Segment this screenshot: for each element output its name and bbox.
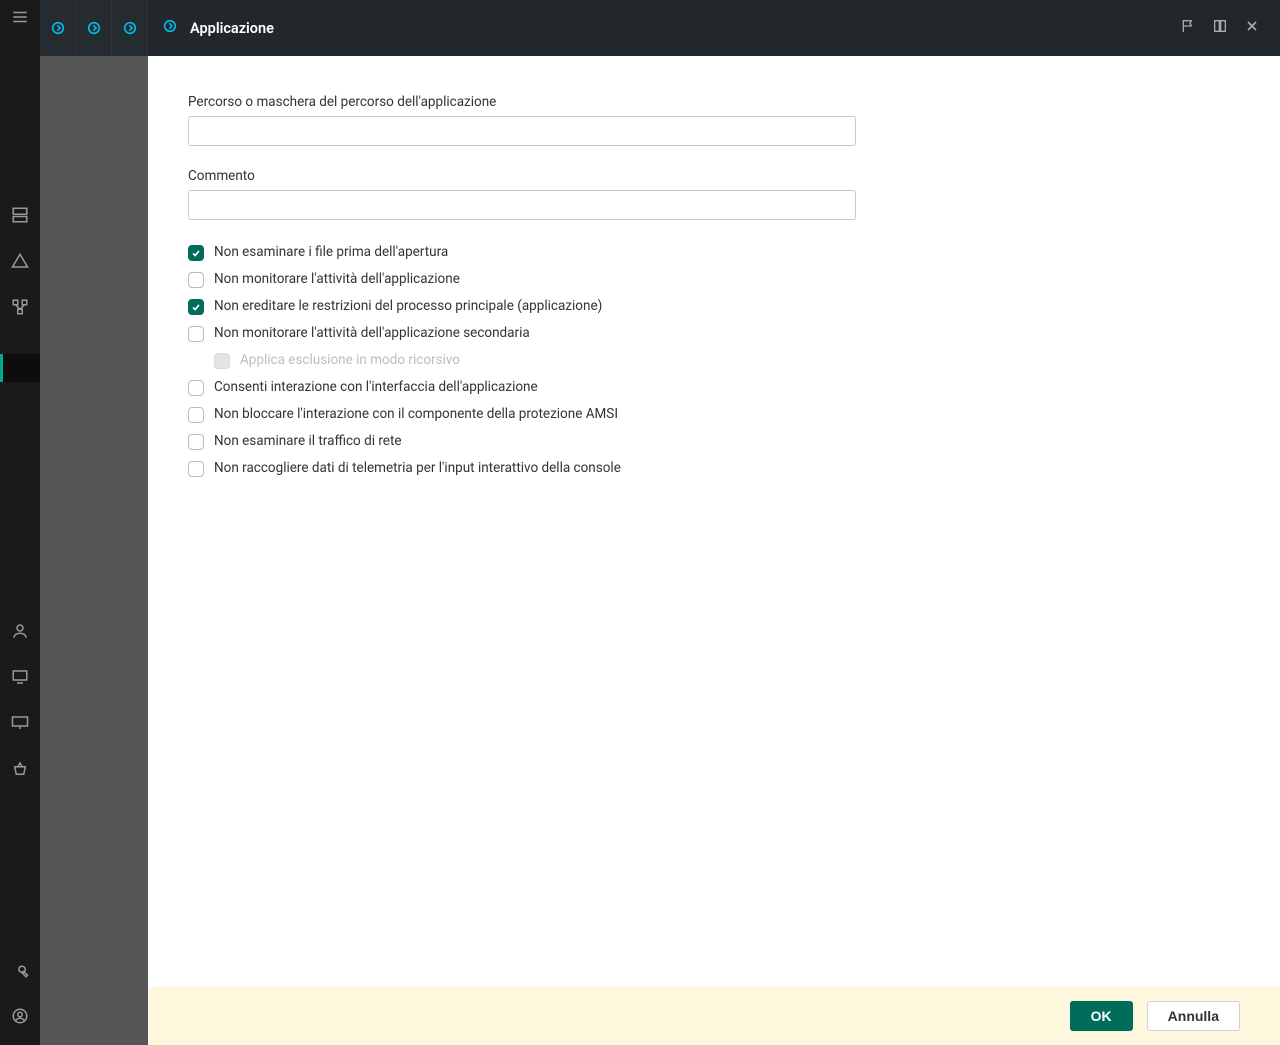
book-icon[interactable] [1212,18,1228,38]
path-label: Percorso o maschera del percorso dell'ap… [188,94,1240,110]
checkbox [214,353,230,369]
checkbox[interactable] [188,299,204,315]
monitor-icon[interactable] [11,714,29,732]
checkbox[interactable] [188,380,204,396]
user-icon[interactable] [11,622,29,640]
application-panel: Applicazione Percorso o maschera del per… [148,0,1280,1045]
checkbox[interactable] [188,326,204,342]
tree-icon[interactable] [11,298,29,316]
cancel-button[interactable]: Annulla [1147,1001,1240,1031]
check-row-ui-interaction: Consenti interazione con l'interfaccia d… [188,377,1240,399]
close-icon[interactable] [1244,18,1260,38]
checkbox-label: Non raccogliere dati di telemetria per l… [214,460,621,478]
panel-footer: OK Annulla [148,987,1280,1045]
active-sidebar-indicator [0,354,40,382]
checkbox-label: Non bloccare l'interazione con il compon… [214,406,618,424]
breadcrumb-step-icon[interactable] [40,0,76,56]
checkbox-label: Non esaminare i file prima dell'apertura [214,244,448,262]
device-icon[interactable] [11,668,29,686]
check-row-monitor-child: Non monitorare l'attività dell'applicazi… [188,323,1240,345]
checkbox-label: Consenti interazione con l'interfaccia d… [214,379,538,397]
bg-strip [40,0,76,1045]
checkbox[interactable] [188,434,204,450]
checkbox[interactable] [188,245,204,261]
alert-icon[interactable] [11,252,29,270]
panel-content: Percorso o maschera del percorso dell'ap… [148,56,1280,987]
comment-label: Commento [188,168,1240,184]
checkbox[interactable] [188,272,204,288]
breadcrumb-step-icon[interactable] [76,0,112,56]
bg-strip [112,0,148,1045]
check-row-scan-on-open: Non esaminare i file prima dell'apertura [188,242,1240,264]
path-input[interactable] [188,116,856,146]
checkbox-label: Non monitorare l'attività dell'applicazi… [214,325,530,343]
comment-input[interactable] [188,190,856,220]
check-row-monitor-app: Non monitorare l'attività dell'applicazi… [188,269,1240,291]
ok-button[interactable]: OK [1070,1001,1133,1031]
panel-header: Applicazione [148,0,1280,56]
panel-title: Applicazione [190,20,274,37]
checkbox[interactable] [188,407,204,423]
checkbox-label: Applica esclusione in modo ricorsivo [240,352,460,370]
basket-icon[interactable] [11,760,29,778]
app-sidebar [0,0,40,1045]
panel-icon [162,18,178,38]
checkbox-label: Non esaminare il traffico di rete [214,433,402,451]
checkbox-label: Non monitorare l'attività dell'applicazi… [214,271,460,289]
check-row-amsi: Non bloccare l'interazione con il compon… [188,404,1240,426]
checkbox-label: Non ereditare le restrizioni del process… [214,298,602,316]
account-icon[interactable] [11,1007,29,1025]
bg-strip [76,0,112,1045]
check-row-network-traffic: Non esaminare il traffico di rete [188,431,1240,453]
hamburger-menu-icon[interactable] [11,8,29,26]
check-row-recursive: Applica esclusione in modo ricorsivo [214,350,1240,372]
wrench-icon[interactable] [11,961,29,979]
checkbox[interactable] [188,461,204,477]
flag-icon[interactable] [1180,18,1196,38]
check-row-inherit-restrictions: Non ereditare le restrizioni del process… [188,296,1240,318]
check-row-telemetry: Non raccogliere dati di telemetria per l… [188,458,1240,480]
dashboard-icon[interactable] [11,206,29,224]
breadcrumb-step-icon[interactable] [112,0,148,56]
